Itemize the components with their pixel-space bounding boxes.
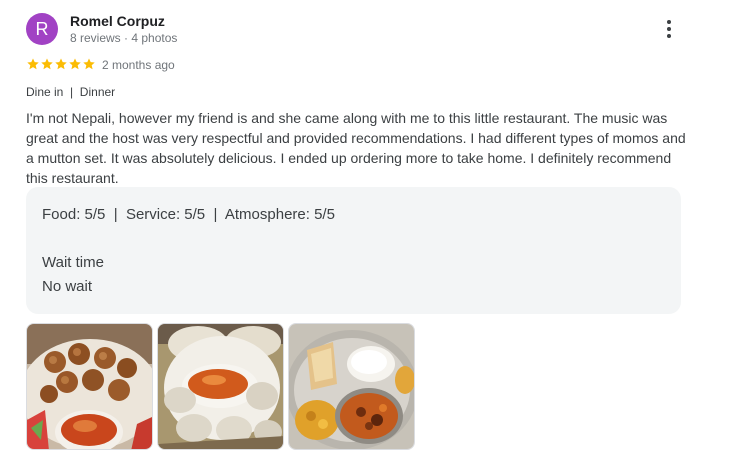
more-options-icon[interactable]: [657, 17, 681, 41]
photo-fried-momos-image: [27, 324, 152, 449]
star-icon: [55, 58, 67, 70]
wait-time-label: Wait time: [42, 254, 104, 271]
star-icon: [41, 58, 53, 70]
more-dot: [667, 20, 671, 24]
reviewer-meta: 8 reviews · 4 photos: [70, 31, 178, 45]
photo-mutton-set-image: [289, 324, 414, 449]
wait-time-value: No wait: [42, 278, 93, 295]
review-photos: [26, 323, 415, 450]
star-icon: [69, 58, 81, 70]
star-rating: [26, 57, 96, 71]
review-text: I'm not Nepali, however my friend is and…: [26, 110, 686, 186]
photo-steamed-momos-image: [158, 324, 283, 449]
review-date: 2 months ago: [102, 58, 175, 72]
star-icon: [83, 58, 95, 70]
review-photo-steamed-momos[interactable]: [157, 323, 284, 450]
star-icon: [27, 58, 39, 70]
ratings-summary: Food: 5/5 | Service: 5/5 | Atmosphere: 5…: [42, 206, 335, 223]
more-dot: [667, 34, 671, 38]
reviewer-name[interactable]: Romel Corpuz: [70, 13, 165, 29]
review-photo-mutton-set[interactable]: [288, 323, 415, 450]
review-photo-fried-momos[interactable]: [26, 323, 153, 450]
dining-info: Dine in | Dinner: [26, 85, 116, 99]
more-dot: [667, 27, 671, 31]
avatar[interactable]: R: [26, 13, 58, 45]
